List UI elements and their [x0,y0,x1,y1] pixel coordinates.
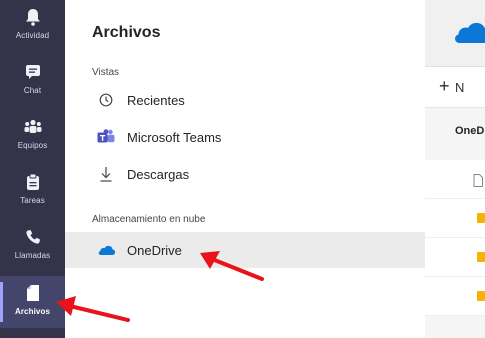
rail-item-label: Chat [23,86,42,95]
onedrive-logo-icon [451,22,485,49]
table-row[interactable] [425,199,485,238]
section-label-vistas: Vistas [92,67,120,78]
chat-icon [22,61,44,83]
rail-item-tareas[interactable]: Tareas [0,165,65,217]
rail-item-equipos[interactable]: Equipos [0,110,65,162]
nav-item-label: Microsoft Teams [127,129,222,145]
onedrive-icon [97,241,115,259]
file-icon [22,282,44,304]
table-row[interactable] [425,238,485,277]
tasks-icon [22,171,44,193]
table-row[interactable] [425,277,485,316]
breadcrumb[interactable]: OneD [455,125,484,137]
page-title: Archivos [92,24,161,41]
download-icon [97,165,115,183]
nav-item-descargas[interactable]: Descargas [65,157,425,191]
new-button[interactable]: N [455,80,464,95]
app-bar: Actividad Chat Equipos Tareas Llamadas A… [0,0,65,338]
document-icon [473,174,483,192]
files-panel: Archivos Vistas Recientes Microsoft Team… [65,0,425,338]
nav-item-microsoft-teams[interactable]: Microsoft Teams [65,120,425,154]
table-header-row [425,160,485,199]
plus-icon[interactable]: + [439,76,450,97]
rail-item-chat[interactable]: Chat [0,55,65,107]
ms-teams-icon [97,128,115,146]
rail-item-label: Equipos [17,141,48,150]
teams-icon [22,116,44,138]
rail-item-label: Llamadas [14,251,51,260]
folder-icon [477,252,485,262]
nav-item-label: Recientes [127,92,185,108]
nav-item-label: Descargas [127,166,190,182]
folder-icon [477,291,485,301]
rail-item-actividad[interactable]: Actividad [0,0,65,52]
section-label-cloud: Almacenamiento en nube [92,214,206,225]
rail-item-label: Tareas [20,196,45,205]
annotation-arrow-onedrive [200,251,264,281]
header-bar [425,0,485,67]
clock-icon [97,91,115,109]
annotation-arrow-archivos [56,296,130,322]
folder-icon [477,213,485,223]
content-area: + N OneD [425,0,485,338]
nav-item-label: OneDrive [127,242,182,258]
rail-item-label: Archivos [14,307,51,316]
rail-item-label: Actividad [15,31,50,40]
nav-item-recientes[interactable]: Recientes [65,83,425,117]
phone-icon [22,226,44,248]
rail-item-llamadas[interactable]: Llamadas [0,220,65,272]
bell-icon [22,6,44,28]
